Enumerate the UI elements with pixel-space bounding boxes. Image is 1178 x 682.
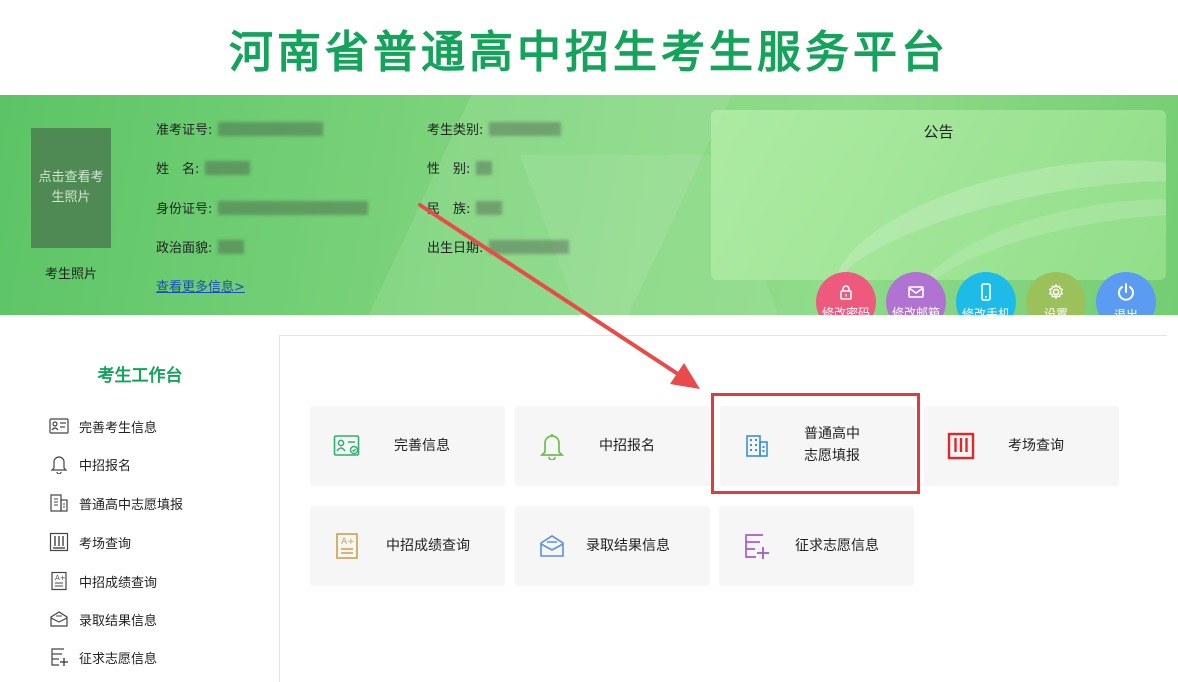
change-email-label: 修改邮箱 xyxy=(891,306,940,315)
building-icon xyxy=(48,493,70,513)
category-label: 考生类别: xyxy=(427,123,484,138)
political-value-redacted xyxy=(218,239,245,254)
card-label: 征求志愿信息 xyxy=(795,538,879,554)
building-icon xyxy=(742,431,772,461)
sidebar-item-score[interactable]: A+ 中招成绩查询 xyxy=(48,570,157,592)
site-title: 河南省普通高中招生考生服务平台 xyxy=(229,26,949,78)
name-label: 姓 名: xyxy=(156,162,200,177)
gender-value-redacted xyxy=(476,160,493,175)
change-password-label: 修改密码 xyxy=(821,306,870,315)
category-row: 考生类别: xyxy=(427,119,562,138)
gear-icon xyxy=(1047,283,1065,305)
card-label-line1: 普通高中 xyxy=(804,426,860,442)
envelope-icon xyxy=(537,531,567,561)
exam-room-icon xyxy=(48,532,70,552)
sidebar-item-admission[interactable]: 录取结果信息 xyxy=(48,608,157,630)
card-admission[interactable]: 录取结果信息 xyxy=(515,506,710,586)
gender-label: 性 别: xyxy=(427,162,471,177)
sidebar-item-label: 考场查询 xyxy=(79,536,132,552)
power-icon xyxy=(1116,282,1136,306)
name-row: 姓 名: xyxy=(156,158,251,177)
list-add-icon xyxy=(48,647,70,667)
list-add-icon xyxy=(741,531,771,561)
main-top-border xyxy=(280,335,1167,336)
sidebar-item-solicit[interactable]: 征求志愿信息 xyxy=(48,646,157,668)
bell-icon xyxy=(537,431,567,461)
sidebar: 考生工作台 完善考生信息 中招报名 普通高中志愿填报 考场查询 A+ 中招成绩查… xyxy=(0,335,280,682)
political-row: 政治面貌: xyxy=(156,237,245,256)
card-label: 中招成绩查询 xyxy=(386,538,470,554)
sidebar-item-complete-info[interactable]: 完善考生信息 xyxy=(48,415,157,437)
category-value-redacted xyxy=(489,121,562,136)
card-score[interactable]: A+ 中招成绩查询 xyxy=(310,506,505,586)
sidebar-item-label: 录取结果信息 xyxy=(79,613,158,629)
lock-icon xyxy=(838,284,854,304)
svg-text:A+: A+ xyxy=(341,537,355,547)
birth-value-redacted xyxy=(489,239,570,254)
score-sheet-icon: A+ xyxy=(48,571,70,591)
ethnicity-label: 民 族: xyxy=(427,202,471,217)
political-label: 政治面貌: xyxy=(156,241,213,256)
card-solicit[interactable]: 征求志愿信息 xyxy=(719,506,914,586)
id-value-redacted xyxy=(218,200,369,215)
exam-no-label: 准考证号: xyxy=(156,123,213,138)
ethnicity-value-redacted xyxy=(476,200,503,215)
profile-card-icon xyxy=(48,418,70,434)
sidebar-item-label: 普通高中志愿填报 xyxy=(79,497,184,513)
photo-placeholder[interactable]: 点击查看考生照片 xyxy=(31,128,111,248)
sidebar-item-label: 中招成绩查询 xyxy=(79,575,158,591)
card-volunteer[interactable]: 普通高中 志愿填报 xyxy=(720,406,915,486)
card-exam-room[interactable]: 考场查询 xyxy=(924,406,1119,486)
id-label: 身份证号: xyxy=(156,202,213,217)
sidebar-title: 考生工作台 xyxy=(97,366,183,386)
card-label: 考场查询 xyxy=(1008,438,1064,454)
bell-icon xyxy=(48,454,70,474)
gender-row: 性 别: xyxy=(427,158,493,177)
sidebar-item-label: 中招报名 xyxy=(79,458,132,474)
card-complete-info[interactable]: 完善信息 xyxy=(310,406,505,486)
card-registration[interactable]: 中招报名 xyxy=(515,406,710,486)
sidebar-item-volunteer[interactable]: 普通高中志愿填报 xyxy=(48,492,183,514)
change-phone-label: 修改手机 xyxy=(961,307,1010,315)
profile-banner: 点击查看考生照片 考生照片 准考证号: 考生类别: 姓 名: 性 别: 身份证号… xyxy=(0,95,1178,315)
birth-label: 出生日期: xyxy=(427,241,484,256)
card-label: 普通高中 志愿填报 xyxy=(804,423,860,467)
profile-card-icon xyxy=(332,431,362,461)
notice-title: 公告 xyxy=(923,123,954,141)
sidebar-item-label: 完善考生信息 xyxy=(79,420,158,436)
notice-panel: 公告 xyxy=(711,110,1166,280)
card-label: 中招报名 xyxy=(599,438,655,454)
card-label: 录取结果信息 xyxy=(586,538,670,554)
sidebar-item-registration[interactable]: 中招报名 xyxy=(48,453,131,475)
name-value-redacted xyxy=(205,160,251,175)
phone-icon xyxy=(979,283,993,305)
more-info-link[interactable]: 查看更多信息> xyxy=(156,276,245,295)
photo-caption: 考生照片 xyxy=(44,267,97,282)
ethnicity-row: 民 族: xyxy=(427,198,503,217)
logout-label: 退出 xyxy=(1113,308,1138,315)
score-sheet-icon: A+ xyxy=(332,531,362,561)
id-row: 身份证号: xyxy=(156,198,369,217)
envelope-icon xyxy=(48,610,70,628)
birth-row: 出生日期: xyxy=(427,237,570,256)
exam-no-value-redacted xyxy=(218,121,324,136)
settings-label: 设置 xyxy=(1043,307,1068,315)
card-label-line2: 志愿填报 xyxy=(804,448,860,464)
mail-icon xyxy=(907,284,925,304)
card-label: 完善信息 xyxy=(394,438,450,454)
sidebar-item-exam-room[interactable]: 考场查询 xyxy=(48,531,131,553)
svg-text:A+: A+ xyxy=(55,574,66,582)
sidebar-item-label: 征求志愿信息 xyxy=(79,651,158,667)
exam-no-row: 准考证号: xyxy=(156,119,324,138)
exam-room-icon xyxy=(946,431,976,461)
